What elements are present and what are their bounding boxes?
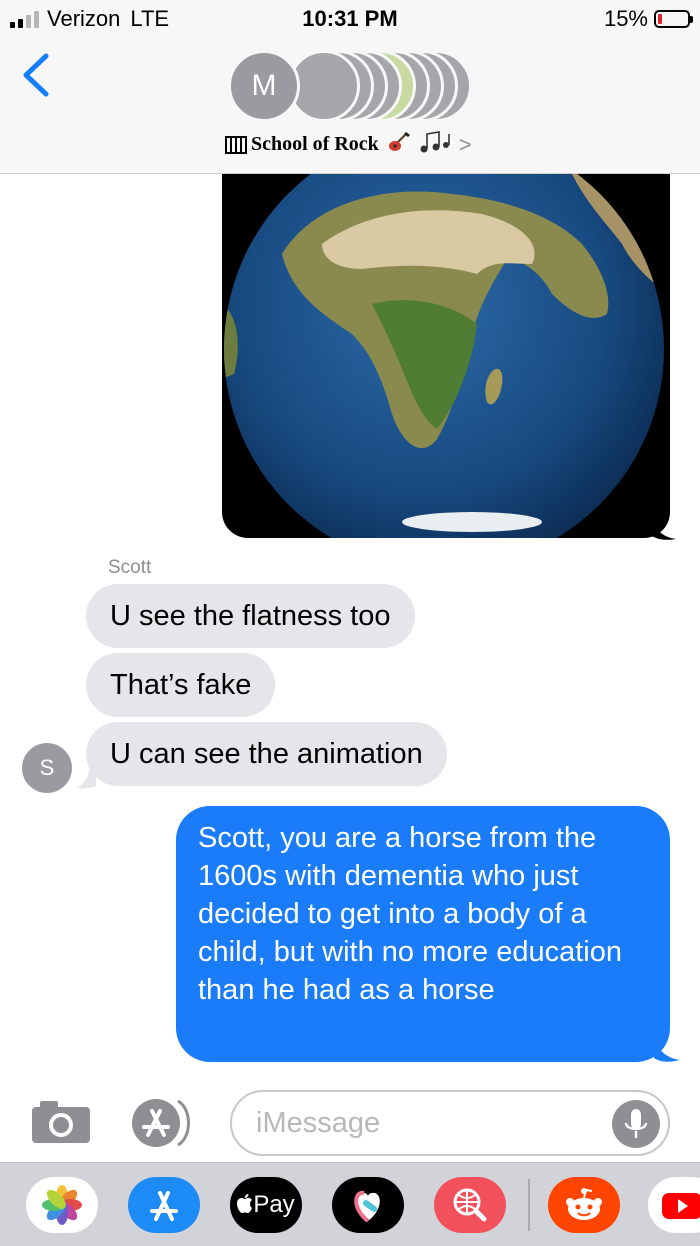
status-bar: Verizon LTE 10:31 PM 15%: [0, 0, 700, 40]
group-name-button[interactable]: School of Rock >: [225, 131, 472, 158]
member-avatar-m: M: [228, 50, 300, 122]
group-name-label: School of Rock: [251, 133, 379, 155]
app-drawer: Pay: [0, 1162, 700, 1246]
piano-emoji-icon: [225, 135, 247, 154]
web-images-icon[interactable]: [434, 1177, 506, 1233]
drawer-divider: [528, 1179, 530, 1231]
imessage-input[interactable]: iMessage: [230, 1090, 670, 1156]
earth-globe-icon: [224, 174, 664, 538]
app-store-icon[interactable]: [128, 1177, 200, 1233]
battery-info: 15%: [603, 6, 693, 32]
reddit-icon[interactable]: [548, 1177, 620, 1233]
incoming-message-bubble[interactable]: U can see the animation: [86, 722, 447, 786]
photos-app-icon[interactable]: [26, 1177, 98, 1233]
incoming-bubble-tail: [76, 766, 96, 789]
battery-fill: [658, 14, 662, 24]
apple-pay-icon[interactable]: Pay: [230, 1177, 302, 1233]
microphone-icon[interactable]: [612, 1100, 660, 1148]
musical-notes-emoji-icon: [419, 131, 451, 158]
status-time: 10:31 PM: [302, 6, 398, 31]
outgoing-message-bubble[interactable]: Scott, you are a horse from the 1600s wi…: [176, 806, 670, 1062]
image-bubble-tail: [650, 515, 676, 540]
incoming-message-bubble[interactable]: That’s fake: [86, 653, 276, 717]
app-store-button-icon[interactable]: [130, 1097, 196, 1149]
sender-avatar[interactable]: S: [22, 743, 72, 793]
outgoing-bubble-tail: [654, 1038, 680, 1062]
youtube-icon[interactable]: [648, 1177, 700, 1233]
back-chevron-icon[interactable]: [18, 52, 58, 98]
guitar-emoji-icon: [387, 131, 411, 158]
earth-globe-image[interactable]: [222, 174, 670, 538]
digital-touch-icon[interactable]: [332, 1177, 404, 1233]
apple-pay-label: Pay: [253, 1191, 295, 1218]
sender-name: Scott: [108, 557, 152, 578]
battery-icon: [654, 10, 693, 28]
group-avatars[interactable]: M: [228, 50, 478, 122]
battery-percent: 15%: [603, 6, 648, 31]
incoming-message-bubble[interactable]: U see the flatness too: [86, 584, 415, 648]
group-details-chevron: >: [458, 131, 472, 157]
camera-icon[interactable]: [30, 1097, 92, 1145]
imessage-placeholder: iMessage: [256, 1107, 381, 1139]
